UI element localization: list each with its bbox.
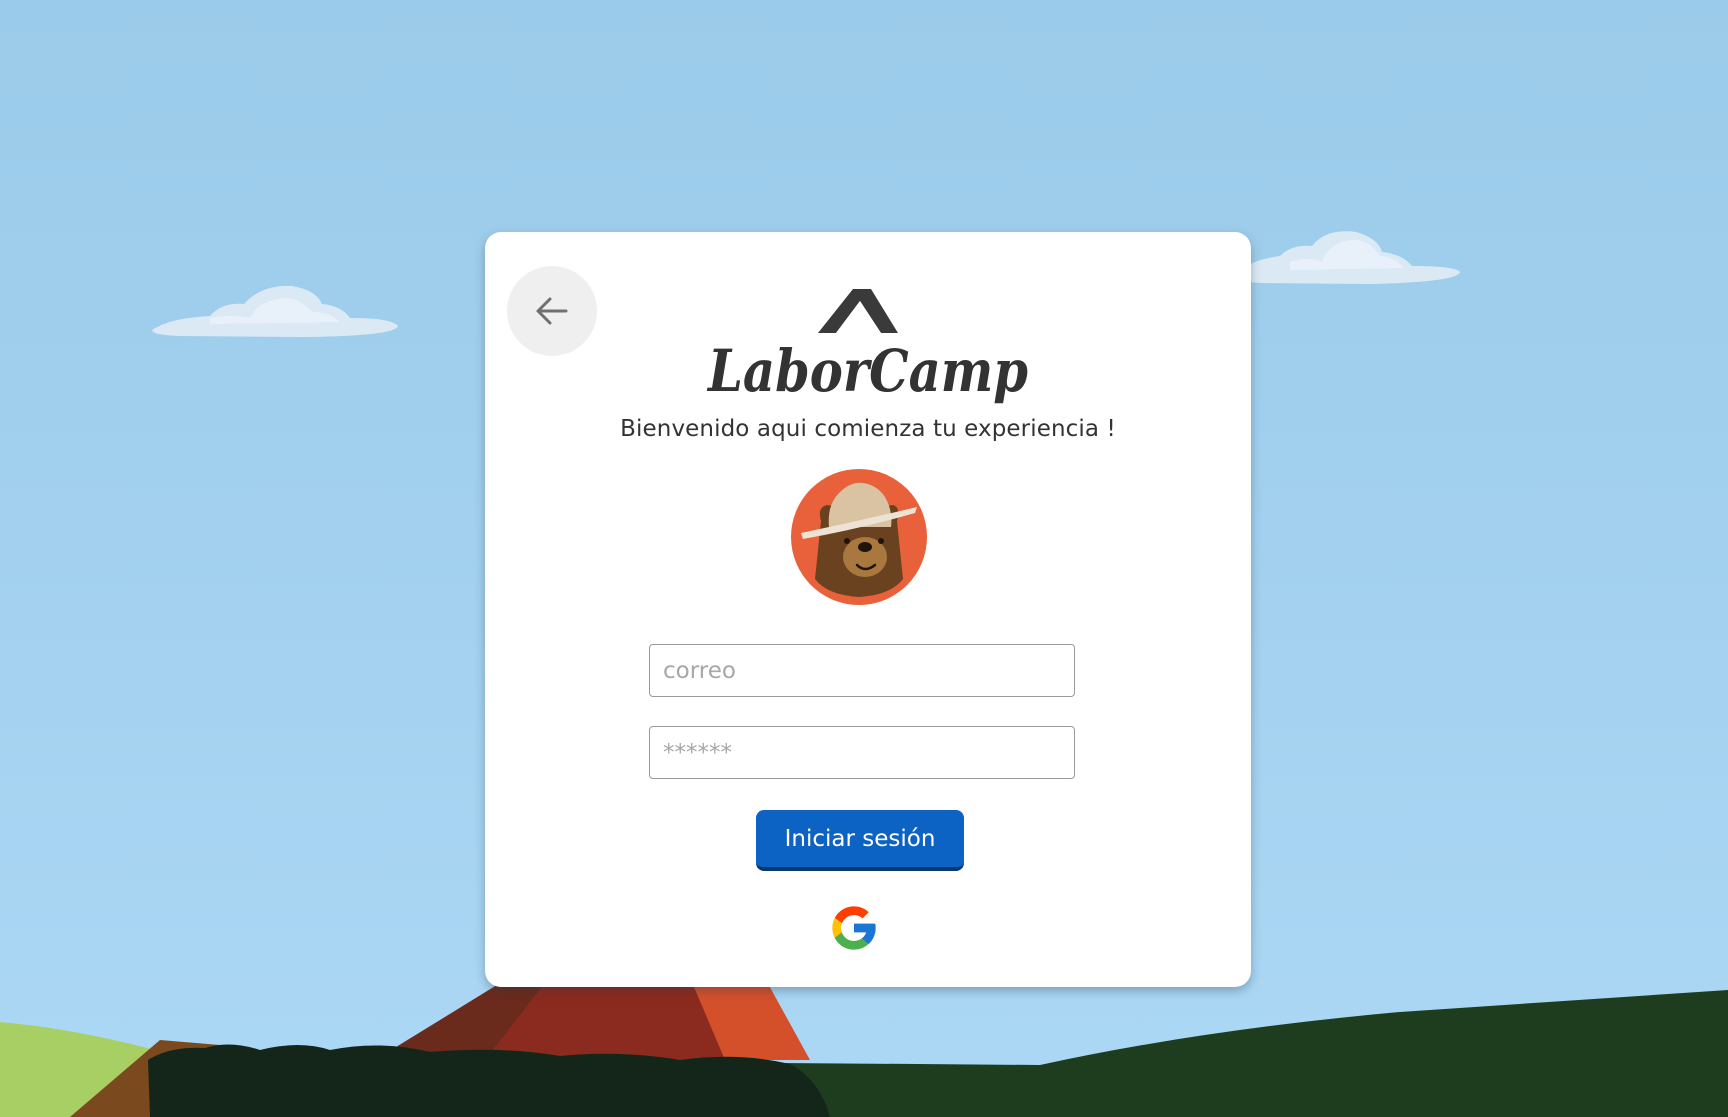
- login-button[interactable]: Iniciar sesión: [756, 810, 964, 871]
- login-screen: LaborCamp Bienvenido aqui comienza tu ex…: [0, 0, 1728, 1117]
- cloud-left: [152, 285, 398, 337]
- password-input[interactable]: [649, 726, 1075, 779]
- ranger-bear-icon: [791, 469, 927, 605]
- google-icon: [832, 906, 876, 950]
- google-signin-button[interactable]: [828, 902, 880, 954]
- back-button[interactable]: [507, 266, 597, 356]
- cloud-right: [1240, 231, 1460, 284]
- welcome-message: Bienvenido aqui comienza tu experiencia …: [620, 416, 1116, 442]
- laborcamp-logo: LaborCamp: [703, 287, 1033, 409]
- arrow-left-icon: [536, 297, 568, 325]
- email-input[interactable]: [649, 644, 1075, 697]
- tent-logo-icon: [818, 289, 898, 333]
- logo-wordmark: LaborCamp: [706, 337, 1028, 405]
- login-card: LaborCamp Bienvenido aqui comienza tu ex…: [485, 232, 1251, 987]
